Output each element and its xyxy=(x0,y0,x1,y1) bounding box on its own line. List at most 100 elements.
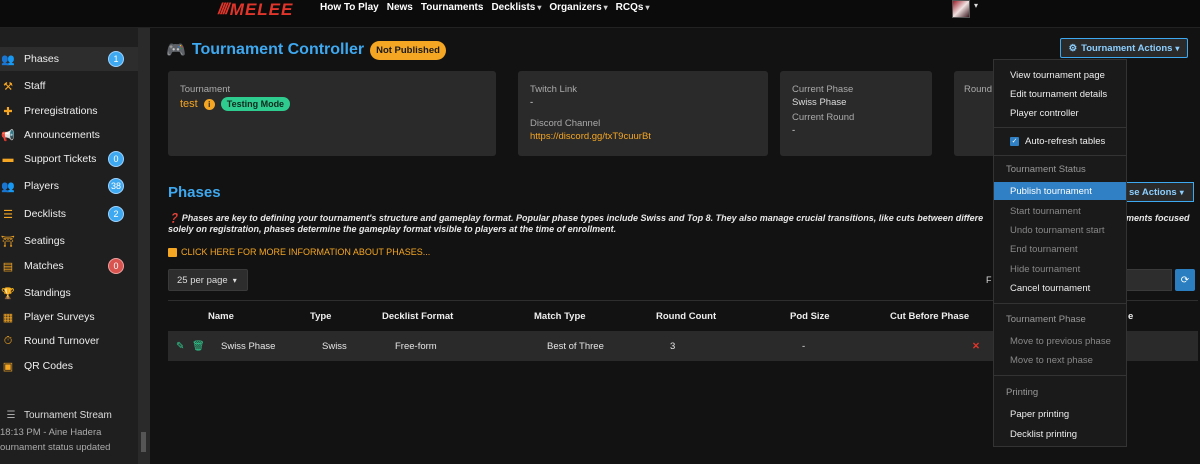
chevron-down-icon[interactable]: ▾ xyxy=(974,1,978,10)
current-phase: Swiss Phase xyxy=(792,97,847,108)
menu-header-status: Tournament Status xyxy=(1006,164,1086,175)
sidebar-item-phases[interactable]: 👥 Phases 1 xyxy=(0,47,138,71)
nav-tournaments[interactable]: Tournaments xyxy=(421,2,484,13)
menu-player-controller[interactable]: Player controller xyxy=(994,104,1126,122)
sidebar-item-decklists[interactable]: ☰ Decklists 2 xyxy=(0,202,138,226)
matches-count-badge: 0 xyxy=(108,258,124,274)
menu-auto-refresh[interactable]: ✓ Auto-refresh tables xyxy=(994,132,1126,150)
players-count-badge: 38 xyxy=(108,178,124,194)
checkbox-checked-icon[interactable]: ✓ xyxy=(1010,136,1019,146)
stopwatch-icon: ⏱ xyxy=(3,334,13,347)
ticket-icon: ▬ xyxy=(2,153,14,165)
sidebar: 👥 Phases 1 ⚒ Staff ✚ Preregistrations 📢 … xyxy=(0,28,138,464)
menu-publish-tournament[interactable]: Publish tournament xyxy=(994,182,1126,200)
user-avatar[interactable] xyxy=(952,0,970,18)
menu-previous-phase[interactable]: Move to previous phase xyxy=(994,332,1126,350)
filter-label: F xyxy=(986,275,992,285)
menu-icon[interactable]: ☰ xyxy=(4,410,18,421)
menu-undo-start[interactable]: Undo tournament start xyxy=(994,221,1126,239)
phases-count-badge: 1 xyxy=(108,51,124,67)
links-card: Twitch Link - Discord Channel https://di… xyxy=(518,71,768,156)
stream-title: Tournament Stream xyxy=(24,410,112,421)
menu-edit-details[interactable]: Edit tournament details xyxy=(994,85,1126,103)
edit-icon[interactable]: ✎ xyxy=(176,341,184,352)
search-input[interactable] xyxy=(1122,269,1172,291)
top-navbar: //// MELEE How To Play News Tournaments … xyxy=(0,0,1200,28)
discord-link[interactable]: https://discord.gg/txT9cuurBt xyxy=(530,131,756,142)
sidebar-item-seatings[interactable]: ⛩ Seatings xyxy=(0,229,138,253)
tournament-card: Tournament test i Testing Mode xyxy=(168,71,496,156)
list-icon: ☰ xyxy=(3,208,13,221)
staff-icon: ⚒ xyxy=(3,80,13,93)
sidebar-item-qr-codes[interactable]: ▣ QR Codes xyxy=(0,354,138,378)
menu-header-printing: Printing xyxy=(1006,387,1039,398)
refresh-button[interactable]: ⟳ xyxy=(1175,269,1195,291)
cut-before-phase-x: ✕ xyxy=(972,341,980,352)
megaphone-icon: 📢 xyxy=(1,129,15,142)
clipboard-icon: ▤ xyxy=(2,260,14,273)
main-nav: How To Play News Tournaments Decklists O… xyxy=(320,2,649,13)
stream-entry-time: 18:13 PM - Aine Hadera xyxy=(0,427,102,438)
nav-rcqs[interactable]: RCQs xyxy=(616,2,650,13)
decklists-count-badge: 2 xyxy=(108,206,124,222)
more-info-link[interactable]: CLICK HERE FOR MORE INFORMATION ABOUT PH… xyxy=(168,247,430,257)
chevron-down-icon: ▾ xyxy=(1179,187,1184,197)
sidebar-scrollbar[interactable] xyxy=(138,28,150,464)
current-round: - xyxy=(792,125,796,136)
players-icon: 👥 xyxy=(1,180,15,193)
menu-paper-printing[interactable]: Paper printing xyxy=(994,405,1126,423)
menu-decklist-printing[interactable]: Decklist printing xyxy=(994,425,1126,443)
nav-news[interactable]: News xyxy=(387,2,413,13)
menu-header-phase: Tournament Phase xyxy=(1006,314,1086,325)
status-badge: Not Published xyxy=(370,40,446,60)
sidebar-item-player-surveys[interactable]: ▦ Player Surveys xyxy=(0,305,138,329)
chevron-down-icon: ▾ xyxy=(1175,43,1180,53)
page-header: 🎮 Tournament Controller Not Published xyxy=(166,40,446,60)
page-title: Tournament Controller xyxy=(191,41,365,58)
per-page-select[interactable]: 25 per page ▾ xyxy=(168,269,248,291)
gamepad-icon: 🎮 xyxy=(166,42,186,59)
chair-icon: ⛩ xyxy=(1,235,15,248)
user-plus-icon: ✚ xyxy=(3,105,13,118)
qr-icon: ▣ xyxy=(2,360,14,373)
sidebar-item-standings[interactable]: 🏆 Standings xyxy=(0,281,138,305)
sidebar-item-players[interactable]: 👥 Players 38 xyxy=(0,174,138,198)
sidebar-item-preregistrations[interactable]: ✚ Preregistrations xyxy=(0,99,138,123)
menu-view-tournament[interactable]: View tournament page xyxy=(994,66,1126,84)
tournament-actions-menu: View tournament page Edit tournament det… xyxy=(993,59,1127,447)
menu-start-tournament[interactable]: Start tournament xyxy=(994,202,1126,220)
sidebar-item-announcements[interactable]: 📢 Announcements xyxy=(0,123,138,147)
chevron-down-icon: ▾ xyxy=(232,275,237,285)
book-icon xyxy=(168,247,177,257)
tournament-name[interactable]: test xyxy=(180,98,198,110)
gear-icon: ⚙ xyxy=(1068,42,1078,54)
phases-title: Phases xyxy=(168,184,221,201)
refresh-icon: ⟳ xyxy=(1180,274,1190,286)
melee-logo[interactable]: //// MELEE xyxy=(218,0,293,20)
sidebar-item-round-turnover[interactable]: ⏱ Round Turnover xyxy=(0,329,138,353)
sidebar-item-support-tickets[interactable]: ▬ Support Tickets 0 xyxy=(0,147,138,171)
menu-next-phase[interactable]: Move to next phase xyxy=(994,351,1126,369)
menu-cancel-tournament[interactable]: Cancel tournament xyxy=(994,279,1126,297)
phase-actions-button[interactable]: se Actions ▾ xyxy=(1124,182,1194,202)
scrollbar-thumb[interactable] xyxy=(141,432,146,452)
tickets-count-badge: 0 xyxy=(108,151,124,167)
tournament-stream: ☰ Tournament Stream 18:13 PM - Aine Hade… xyxy=(0,410,138,453)
sidebar-item-staff[interactable]: ⚒ Staff xyxy=(0,74,138,98)
sidebar-item-matches[interactable]: ▤ Matches 0 xyxy=(0,254,138,278)
nav-decklists[interactable]: Decklists xyxy=(491,2,541,13)
testing-mode-badge: Testing Mode xyxy=(220,97,291,111)
tournament-actions-button[interactable]: ⚙ Tournament Actions ▾ xyxy=(1060,38,1188,58)
info-icon[interactable]: i xyxy=(203,98,215,110)
trash-icon[interactable]: 🗑 xyxy=(192,341,205,352)
menu-hide-tournament[interactable]: Hide tournament xyxy=(994,260,1126,278)
nav-how-to-play[interactable]: How To Play xyxy=(320,2,379,13)
menu-end-tournament[interactable]: End tournament xyxy=(994,240,1126,258)
phase-card: Current Phase Swiss Phase Current Round … xyxy=(780,71,932,156)
trophy-icon: 🏆 xyxy=(1,287,15,300)
question-icon: ❓ xyxy=(168,213,180,223)
users-icon: 👥 xyxy=(1,53,15,66)
survey-icon: ▦ xyxy=(2,311,14,324)
nav-organizers[interactable]: Organizers xyxy=(549,2,607,13)
twitch-link: - xyxy=(530,97,534,108)
